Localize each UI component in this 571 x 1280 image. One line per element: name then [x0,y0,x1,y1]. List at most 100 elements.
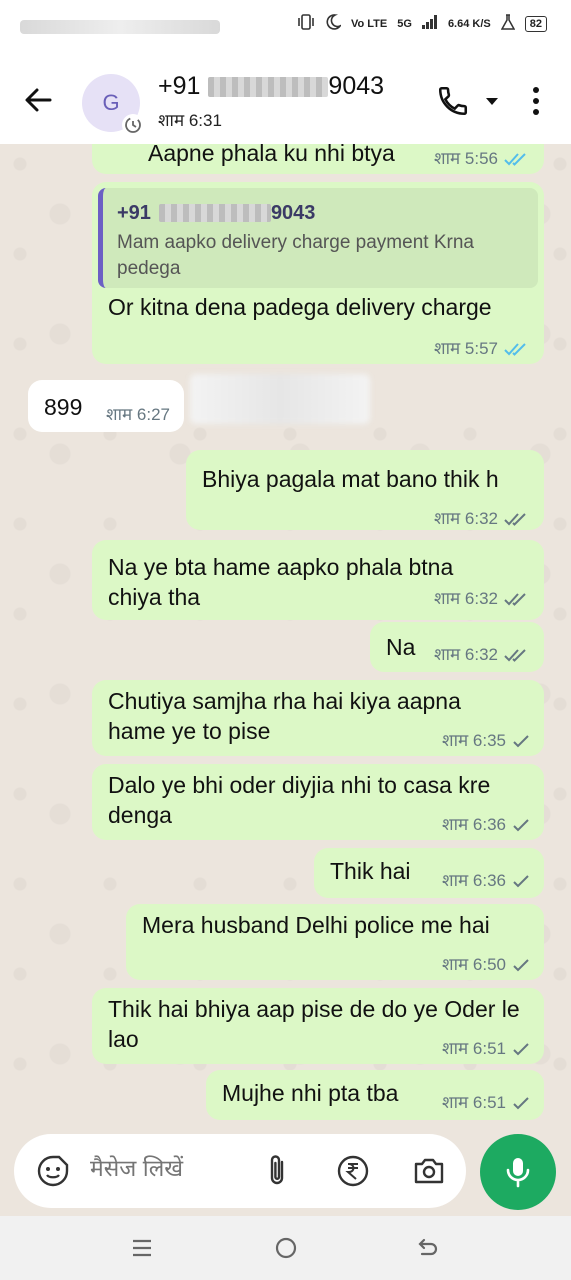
camera-button[interactable] [412,1154,446,1188]
message-time: शाम 6:27 [106,405,170,424]
message-text: Or kitna dena padega delivery charge [108,294,492,320]
microphone-icon [506,1158,530,1188]
message-time: शाम 6:32 [434,589,498,608]
arrow-left-icon [25,88,52,112]
check-sent-icon [512,817,530,833]
check-sent-icon [512,957,530,973]
data-speed-label: 6.64 K/S [447,17,491,30]
message-text: Bhiya pagala mat bano thik h [202,466,499,492]
check-sent-icon [512,733,530,749]
message-outgoing[interactable]: Thik hai शाम 6:36 [314,848,544,898]
voice-message-button[interactable] [480,1134,556,1210]
chat-header: G +91 9043 शाम 6:31 [0,56,571,144]
quoted-sender: +91 9043 [117,198,315,228]
system-navigation-bar [0,1216,571,1280]
recent-apps-icon [133,1239,151,1257]
signal-bars-icon [421,15,438,32]
message-text: Aapne phala ku nhi btya [148,144,395,166]
overflow-menu-button[interactable] [526,84,546,118]
message-time: शाम 6:50 [442,955,506,974]
paperclip-icon [270,1155,284,1185]
back-arrow-icon [418,1238,438,1256]
check-sent-icon [512,873,530,889]
message-composer[interactable] [14,1134,466,1208]
payment-button[interactable] [336,1154,370,1188]
last-seen: शाम 6:31 [158,111,222,130]
quoted-sender-suffix: 9043 [270,202,316,224]
double-check-delivered-icon [504,511,530,527]
battery-level: 82 [524,15,547,32]
message-outgoing[interactable]: +91 9043 Mam aapko delivery charge payme… [92,182,544,364]
home-button[interactable] [274,1236,298,1260]
status-notifications-redacted [20,20,220,34]
contact-name[interactable]: +91 9043 [158,72,384,101]
quoted-message[interactable]: +91 9043 Mam aapko delivery charge payme… [98,188,538,288]
home-circle-icon [275,1237,297,1259]
caret-down-icon [486,98,498,105]
message-time: शाम 6:36 [442,871,506,890]
redacted-number [158,204,271,222]
flask-icon [500,14,516,33]
avatar[interactable]: G [82,74,144,136]
message-text: Na [386,634,416,660]
message-text: 899 [44,394,83,420]
do-not-disturb-moon-icon [325,14,343,33]
message-outgoing[interactable]: Bhiya pagala mat bano thik h शाम 6:32 [186,450,544,530]
signal-label: 5G [397,17,412,30]
network-label: Vo LTE [350,17,388,30]
message-time: शाम 5:56 [434,149,498,168]
message-incoming[interactable]: 899 शाम 6:27 [28,380,184,432]
vibrate-icon [297,14,315,33]
back-button[interactable] [20,82,56,118]
status-icons: Vo LTE 5G 6.64 K/S 82 [297,14,547,33]
message-text: Thik hai [330,858,411,884]
double-check-read-icon [504,151,530,167]
contact-suffix: 9043 [328,72,385,100]
message-time: शाम 6:32 [434,509,498,528]
message-time: शाम 6:36 [442,815,506,834]
phone-icon [438,86,468,116]
message-time: शाम 6:51 [442,1039,506,1058]
message-outgoing[interactable]: Chutiya samjha rha hai kiya aapna hame y… [92,680,544,756]
message-text: Na ye bta hame aapko phala btna chiya th… [108,554,454,610]
double-check-delivered-icon [504,591,530,607]
camera-icon [414,1158,444,1184]
quoted-sender-prefix: +91 [117,202,151,224]
sticker-emoji-button[interactable] [36,1154,70,1188]
message-time: शाम 6:35 [442,731,506,750]
sticker-emoji-icon [37,1155,69,1187]
redacted-number [208,76,329,97]
message-outgoing[interactable]: Na ye bta hame aapko phala btna chiya th… [92,540,544,620]
message-text: Mera husband Delhi police me hai [142,912,490,938]
double-check-read-icon [504,341,530,357]
message-input[interactable] [88,1154,252,1183]
message-outgoing[interactable]: Dalo ye bhi oder diyjia nhi to casa kre … [92,764,544,840]
recent-apps-button[interactable] [130,1236,154,1260]
message-text: Mujhe nhi pta tba [222,1080,399,1106]
disappearing-timer-icon [122,114,144,136]
composer-bar [0,1134,571,1216]
rupee-icon [337,1155,369,1187]
redacted-area [190,374,370,424]
avatar-letter: G [102,90,120,115]
voice-call-button[interactable] [436,84,470,118]
call-options-dropdown[interactable] [484,94,500,106]
message-outgoing[interactable]: Aapne phala ku nhi btya शाम 5:56 [92,144,544,174]
message-time: शाम 5:57 [434,339,498,358]
status-bar: Vo LTE 5G 6.64 K/S 82 [0,0,571,56]
more-vertical-icon [533,87,539,115]
chat-messages[interactable]: Aapne phala ku nhi btya शाम 5:56 +91 904… [0,144,571,1134]
message-outgoing[interactable]: Thik hai bhiya aap pise de do ye Oder le… [92,988,544,1064]
message-outgoing[interactable]: Mujhe nhi pta tba शाम 6:51 [206,1070,544,1120]
double-check-delivered-icon [504,647,530,663]
quoted-text: Mam aapko delivery charge payment Krna p… [117,232,474,279]
contact-prefix: +91 [158,72,201,100]
message-outgoing[interactable]: Mera husband Delhi police me hai शाम 6:5… [126,904,544,980]
message-time: शाम 6:51 [442,1093,506,1112]
message-time: शाम 6:32 [434,645,498,664]
check-sent-icon [512,1041,530,1057]
system-back-button[interactable] [416,1236,440,1260]
message-outgoing[interactable]: Na शाम 6:32 [370,622,544,672]
check-sent-icon [512,1095,530,1111]
attach-button[interactable] [262,1152,292,1190]
